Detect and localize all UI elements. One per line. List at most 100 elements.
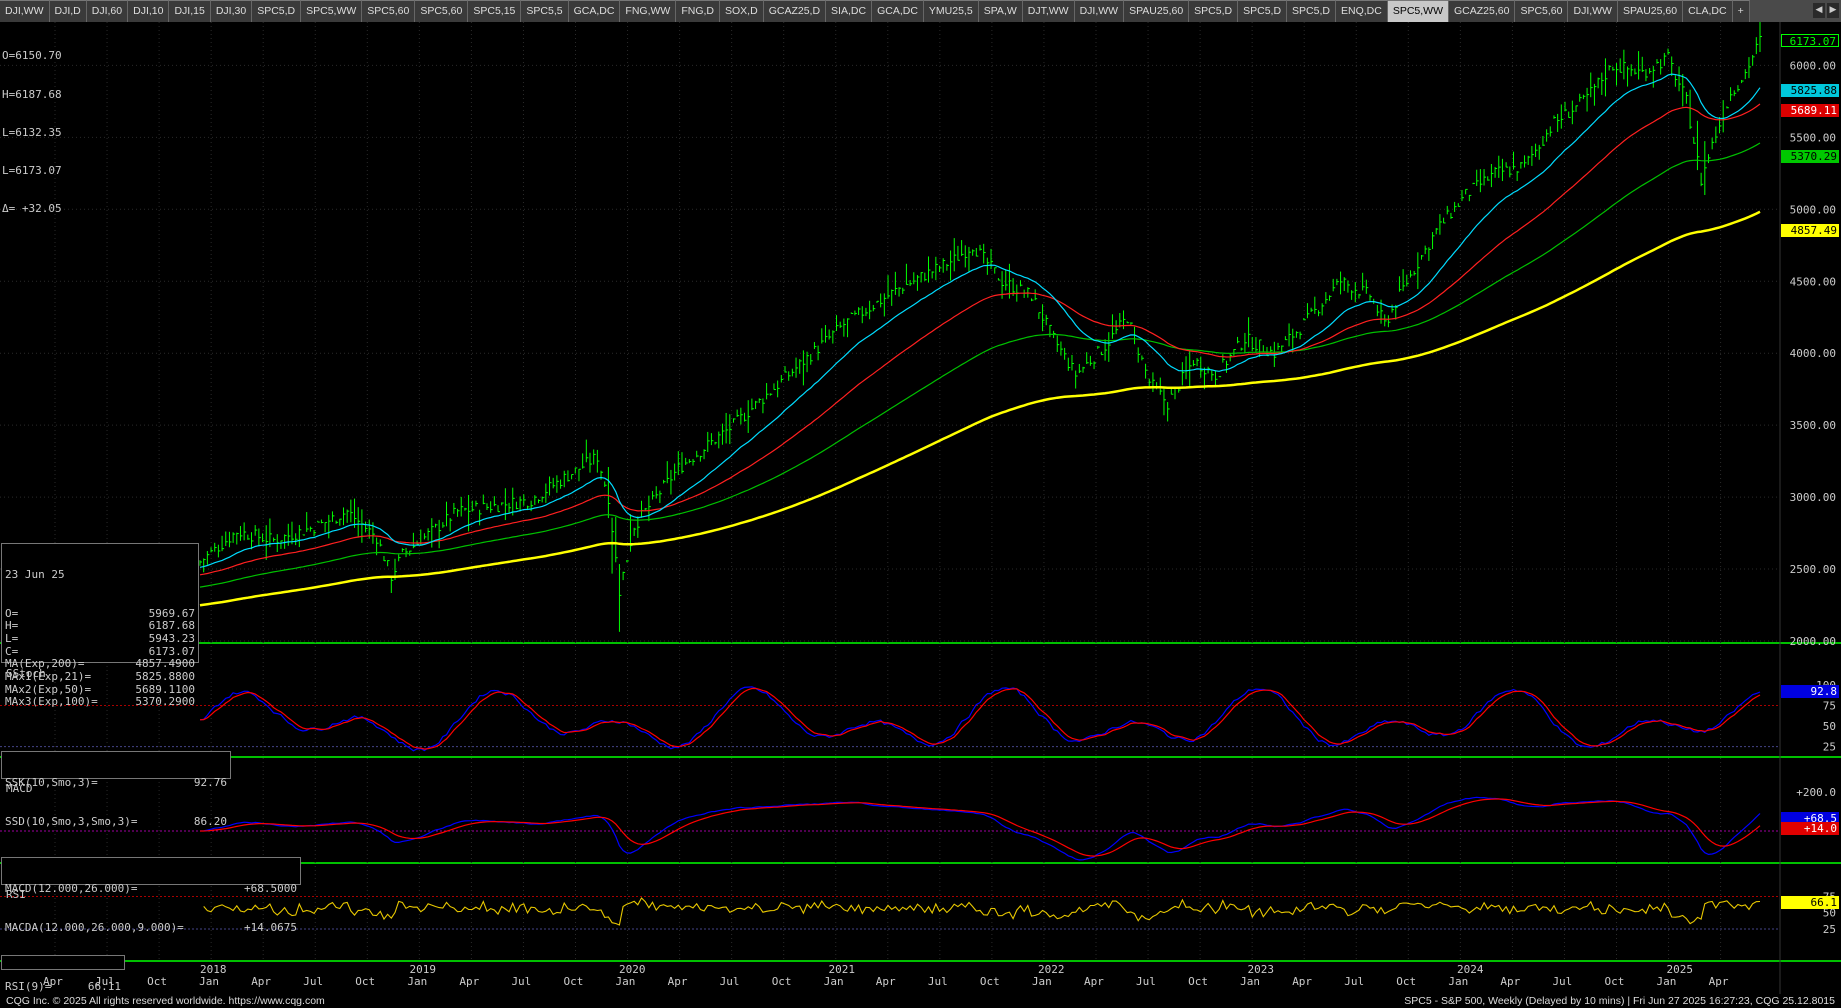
price-axis-label: 3500.00 xyxy=(1790,419,1836,432)
ma200-line xyxy=(199,210,1761,607)
time-axis-month-label: Jan xyxy=(407,975,427,988)
tab-spc5-5[interactable]: SPC5,5 xyxy=(521,0,569,22)
tab-spc5-d[interactable]: SPC5,D xyxy=(1287,0,1336,22)
tab-dji-ww[interactable]: DJI,WW xyxy=(0,0,50,22)
price-axis-label: 5500.00 xyxy=(1790,131,1836,144)
price-axis-label: 4000.00 xyxy=(1790,347,1836,360)
tab-spc5-15[interactable]: SPC5,15 xyxy=(468,0,522,22)
time-axis-month-label: Apr xyxy=(876,975,896,988)
sstoch-title: SStoch xyxy=(6,667,46,680)
rsi-title: RSI xyxy=(6,888,26,901)
tab-sia-dc[interactable]: SIA,DC xyxy=(826,0,873,22)
macd-value: +68.5000 xyxy=(244,882,297,896)
tab-dji-ww[interactable]: DJI,WW xyxy=(1074,0,1125,22)
price-tag: 5370.29 xyxy=(1781,150,1839,163)
tab-spc5-ww[interactable]: SPC5,WW xyxy=(1387,0,1449,22)
rsi-line xyxy=(203,897,1761,926)
price-tag: 5689.11 xyxy=(1781,104,1839,118)
chart-tab-bar: DJI,WW DJI,D DJI,60 DJI,10 DJI,15 DJI,30 SPC5,… xyxy=(0,0,1841,22)
time-axis-month-label: Jan xyxy=(1448,975,1468,988)
tab-scroll-left-icon[interactable]: ◀ xyxy=(1813,3,1825,18)
macda-value: +14.0675 xyxy=(244,920,297,934)
tab-dji-10[interactable]: DJI,10 xyxy=(128,0,170,22)
time-axis-month-label: Jul xyxy=(1344,975,1364,988)
tab-sox-d[interactable]: SOX,D xyxy=(720,0,764,22)
macd-line xyxy=(199,796,1761,861)
time-axis-year-label: 2023 xyxy=(1248,963,1275,976)
time-axis-month-label: Apr xyxy=(459,975,479,988)
bar-info-label: L= xyxy=(5,631,19,645)
time-axis-month-label: Oct xyxy=(980,975,1000,988)
time-axis-year-label: 2024 xyxy=(1457,963,1484,976)
time-axis-month-label: Jul xyxy=(720,975,740,988)
tab-spc5-d[interactable]: SPC5,D xyxy=(252,0,302,22)
tab-fng-ww[interactable]: FNG,WW xyxy=(620,0,677,22)
time-axis-month-label: Oct xyxy=(355,975,375,988)
ma21-line xyxy=(199,73,1761,568)
tab-dji-15[interactable]: DJI,15 xyxy=(169,0,211,22)
sstoch-k-tag: 92.8 xyxy=(1781,684,1839,698)
tab-gcaz25-60[interactable]: GCAZ25,60 xyxy=(1449,0,1516,22)
time-axis-year-label: 2018 xyxy=(200,963,227,976)
tab-spc5-60[interactable]: SPC5,60 xyxy=(362,0,416,22)
sstoch-d-label: SSD(10,Smo,3,Smo,3)= xyxy=(5,814,138,828)
tab-add[interactable]: + xyxy=(1732,0,1750,22)
tab-spc5-ww[interactable]: SPC5,WW xyxy=(301,0,363,22)
ohlc-last: L=6173.07 xyxy=(2,163,62,177)
time-axis-month-label: Jan xyxy=(1032,975,1052,988)
tab-gca-dc[interactable]: GCA,DC xyxy=(872,0,924,22)
price-axis-label: 6000.00 xyxy=(1790,59,1836,72)
tab-spau25-60[interactable]: SPAU25,60 xyxy=(1617,0,1684,22)
tab-spc5-d[interactable]: SPC5,D xyxy=(1189,0,1239,22)
macd-signal-line xyxy=(200,798,1761,857)
tab-spc5-60[interactable]: SPC5,60 xyxy=(415,0,469,22)
tab-fng-d[interactable]: FNG,D xyxy=(676,0,720,22)
time-axis-month-label: Apr xyxy=(251,975,271,988)
ohlc-low: L=6132.35 xyxy=(2,125,62,139)
price-axis-label: 3000.00 xyxy=(1790,491,1836,504)
time-axis-month-label: Jul xyxy=(511,975,531,988)
time-axis-month-label: Jan xyxy=(616,975,636,988)
tab-cla-dc[interactable]: CLA,DC xyxy=(1683,0,1733,22)
time-axis-year-label: 2020 xyxy=(619,963,646,976)
price-tag: 4857.49 xyxy=(1781,223,1839,237)
macda-label: MACDA(12.000,26.000,9.000)= xyxy=(5,920,184,934)
macd-axis-label: +200.0 xyxy=(1796,786,1836,799)
tab-spau25-60[interactable]: SPAU25,60 xyxy=(1124,0,1190,22)
chart-area[interactable]: 6000.00 5500.00 5000.00 4500.00 4000.00 3500.… xyxy=(0,22,1841,994)
price-tag: 6173.07 xyxy=(1781,34,1839,48)
tab-scroll-right-icon[interactable]: ▶ xyxy=(1827,3,1839,18)
tab-dji-30[interactable]: DJI,30 xyxy=(210,0,253,22)
tab-gca-dc[interactable]: GCA,DC xyxy=(568,0,621,22)
tab-dji-60[interactable]: DJI,60 xyxy=(86,0,129,22)
tab-spc5-d[interactable]: SPC5,D xyxy=(1238,0,1288,22)
ohlc-readout: O=6150.70 H=6187.68 L=6132.35 L=6173.07 … xyxy=(2,25,82,228)
bar-info-value: 5943.23 xyxy=(148,631,195,645)
time-axis-month-label: Oct xyxy=(564,975,584,988)
bar-info-row: MAx3(Exp,100)= 5370.2900 xyxy=(2,696,198,709)
time-axis-month-label: Jan xyxy=(1240,975,1260,988)
bar-info-row: L= 5943.23 xyxy=(2,631,198,646)
tab-dji-d[interactable]: DJI,D xyxy=(49,0,87,22)
tab-spa-w[interactable]: SPA,W xyxy=(978,0,1023,22)
macd-info-box: MACD(12.000,26.000)= +68.5000 MACDA(12.0… xyxy=(1,857,301,933)
sstoch-k-value: 92.76 xyxy=(193,776,227,790)
tab-enq-dc[interactable]: ENQ,DC xyxy=(1335,0,1388,22)
time-axis-month-label: Apr xyxy=(1084,975,1104,988)
tab-djt-ww[interactable]: DJT,WW xyxy=(1022,0,1075,22)
time-axis-year-label: 2021 xyxy=(829,963,856,976)
sstoch-d-value: 86.20 xyxy=(193,814,227,828)
stoch-axis-label: 50 xyxy=(1823,720,1836,733)
tab-ymu25-5[interactable]: YMU25,5 xyxy=(923,0,979,22)
ohlc-high: H=6187.68 xyxy=(2,87,62,101)
tab-spc5-60[interactable]: SPC5,60 xyxy=(1515,0,1569,22)
time-axis-month-label: Jan xyxy=(199,975,219,988)
price-axis-label: 5000.00 xyxy=(1790,203,1836,216)
rsi-value: 66.11 xyxy=(87,980,121,994)
tab-gcaz25-d[interactable]: GCAZ25,D xyxy=(763,0,827,22)
rsi-info-box: RSI(9)= 66.11 xyxy=(1,955,125,993)
symbol-status-text: SPC5 - S&P 500, Weekly (Delayed by 10 mi… xyxy=(1404,995,1835,1007)
time-axis-month-label: Oct xyxy=(1396,975,1416,988)
price-tag: 5825.88 xyxy=(1781,84,1839,98)
tab-dji-ww[interactable]: DJI,WW xyxy=(1568,0,1618,22)
